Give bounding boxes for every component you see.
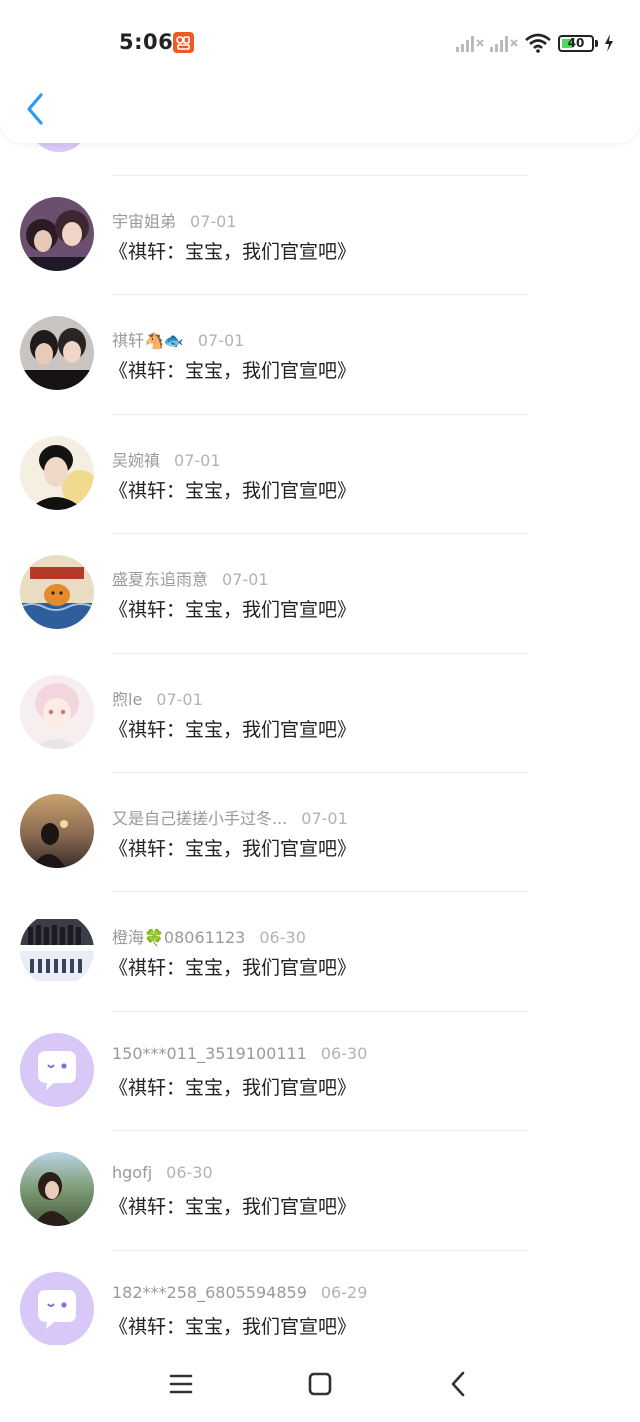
user-name[interactable]: 吴婉禛 (112, 451, 160, 470)
comment-text: 《祺轩：宝宝，我们官宣吧》 (109, 360, 357, 383)
comment-date: 07-01 (222, 570, 269, 590)
comment-date: 07-01 (174, 450, 221, 470)
list-item[interactable]: 150***011_3519100111 06-30 《祺轩：宝宝，我们官宣吧》 (0, 1010, 640, 1130)
avatar[interactable] (20, 316, 94, 391)
divider (112, 1010, 528, 1012)
comment-text: 《祺轩：宝宝，我们官宣吧》 (109, 718, 357, 741)
comment-date: 07-01 (156, 689, 203, 709)
divider (112, 771, 528, 773)
user-name[interactable]: 盛夏东追雨意 (112, 570, 208, 589)
user-name[interactable]: 又是自己搓搓小手过冬... (112, 809, 287, 828)
user-name[interactable]: 橙海🍀08061123 (112, 928, 245, 947)
comment-date: 06-30 (166, 1163, 213, 1183)
battery-cap (595, 39, 598, 47)
comment-date: 07-01 (190, 212, 237, 231)
avatar[interactable] (20, 1032, 94, 1107)
default-chat-avatar-icon (20, 1032, 94, 1107)
comment-text: 《祺轩：宝宝，我们官宣吧》 (109, 1315, 357, 1338)
avatar[interactable] (20, 197, 94, 271)
comment-date: 07-01 (197, 331, 245, 351)
list-item[interactable]: 橙海🍀08061123 06-30 《祺轩：宝宝，我们官宣吧》 (0, 891, 640, 1010)
comment-text: 《祺轩：宝宝，我们官宣吧》 (109, 241, 357, 263)
user-name[interactable]: 150***011_3519100111 (112, 1044, 307, 1063)
list-item[interactable]: 祺轩🐴🐟 07-01 《祺轩：宝宝，我们官宣吧》 (0, 294, 640, 413)
user-name[interactable]: 宇宙姐弟 (112, 212, 176, 231)
charging-bolt-icon (605, 34, 613, 52)
home-square-icon (308, 1372, 332, 1396)
system-nav-bar (0, 1345, 640, 1422)
home-button[interactable] (303, 1369, 337, 1399)
signal-2-icon (490, 36, 518, 52)
status-time: 5:06 (119, 30, 174, 54)
back-button[interactable] (22, 92, 52, 126)
menu-button[interactable] (164, 1369, 198, 1399)
comment-text: 《祺轩：宝宝，我们官宣吧》 (109, 1076, 357, 1099)
list-item[interactable]: 盛夏东追雨意 07-01 《祺轩：宝宝，我们官宣吧》 (0, 533, 640, 652)
default-chat-avatar-icon (20, 1271, 94, 1346)
comment-text: 《祺轩：宝宝，我们官宣吧》 (109, 1196, 357, 1219)
back-triangle-icon (451, 1371, 465, 1397)
comment-date: 06-29 (320, 1282, 368, 1302)
battery-level: 40 (567, 36, 585, 50)
list-item[interactable]: 吴婉禛 07-01 《祺轩：宝宝，我们官宣吧》 (0, 413, 640, 533)
avatar[interactable] (20, 674, 94, 749)
divider (112, 1249, 528, 1251)
avatar[interactable] (20, 555, 94, 630)
comment-text: 《祺轩：宝宝，我们官宣吧》 (109, 957, 357, 980)
divider (112, 652, 528, 654)
status-icons: 40 (456, 30, 614, 56)
avatar[interactable] (20, 913, 94, 988)
divider (112, 413, 528, 415)
chevron-left-icon (27, 93, 43, 125)
menu-icon (169, 1374, 193, 1394)
comment-date: 06-30 (259, 928, 306, 948)
comment-list: 宇宙姐弟 07-01 《祺轩：宝宝，我们官宣吧》 祺轩🐴🐟 07-01 《祺轩：宝宝… (0, 175, 640, 1369)
notification-app-icon (173, 32, 194, 53)
list-item[interactable]: hgofj 06-30 《祺轩：宝宝，我们官宣吧》 (0, 1130, 640, 1249)
nav-back-button[interactable] (442, 1369, 476, 1399)
comment-text: 《祺轩：宝宝，我们官宣吧》 (109, 837, 357, 860)
avatar[interactable] (20, 435, 94, 510)
avatar[interactable] (20, 1152, 94, 1227)
comment-date: 07-01 (301, 808, 348, 828)
comment-text: 《祺轩：宝宝，我们官宣吧》 (109, 599, 357, 622)
list-item[interactable]: 宇宙姐弟 07-01 《祺轩：宝宝，我们官宣吧》 (0, 175, 640, 294)
divider (112, 1130, 528, 1132)
user-name[interactable]: hgofj (112, 1163, 152, 1182)
battery-icon: 40 (558, 34, 594, 52)
list-item[interactable]: 又是自己搓搓小手过冬... 07-01 《祺轩：宝宝，我们官宣吧》 (0, 771, 640, 891)
comment-text: 《祺轩：宝宝，我们官宣吧》 (109, 479, 357, 502)
avatar[interactable] (20, 1271, 94, 1346)
user-name[interactable]: 182***258_6805594859 (112, 1283, 307, 1302)
divider (112, 294, 528, 296)
user-name[interactable]: 煦le (112, 690, 142, 709)
list-item[interactable]: 煦le 07-01 《祺轩：宝宝，我们官宣吧》 (0, 652, 640, 772)
divider (112, 175, 528, 176)
divider (112, 533, 528, 535)
wifi-icon (525, 33, 551, 53)
comment-date: 06-30 (320, 1043, 368, 1063)
top-header: 5:06 40 (0, 0, 640, 143)
avatar[interactable] (20, 793, 94, 868)
signal-1-icon (456, 36, 484, 52)
divider (112, 891, 528, 893)
user-name[interactable]: 祺轩🐴🐟 (112, 331, 184, 350)
